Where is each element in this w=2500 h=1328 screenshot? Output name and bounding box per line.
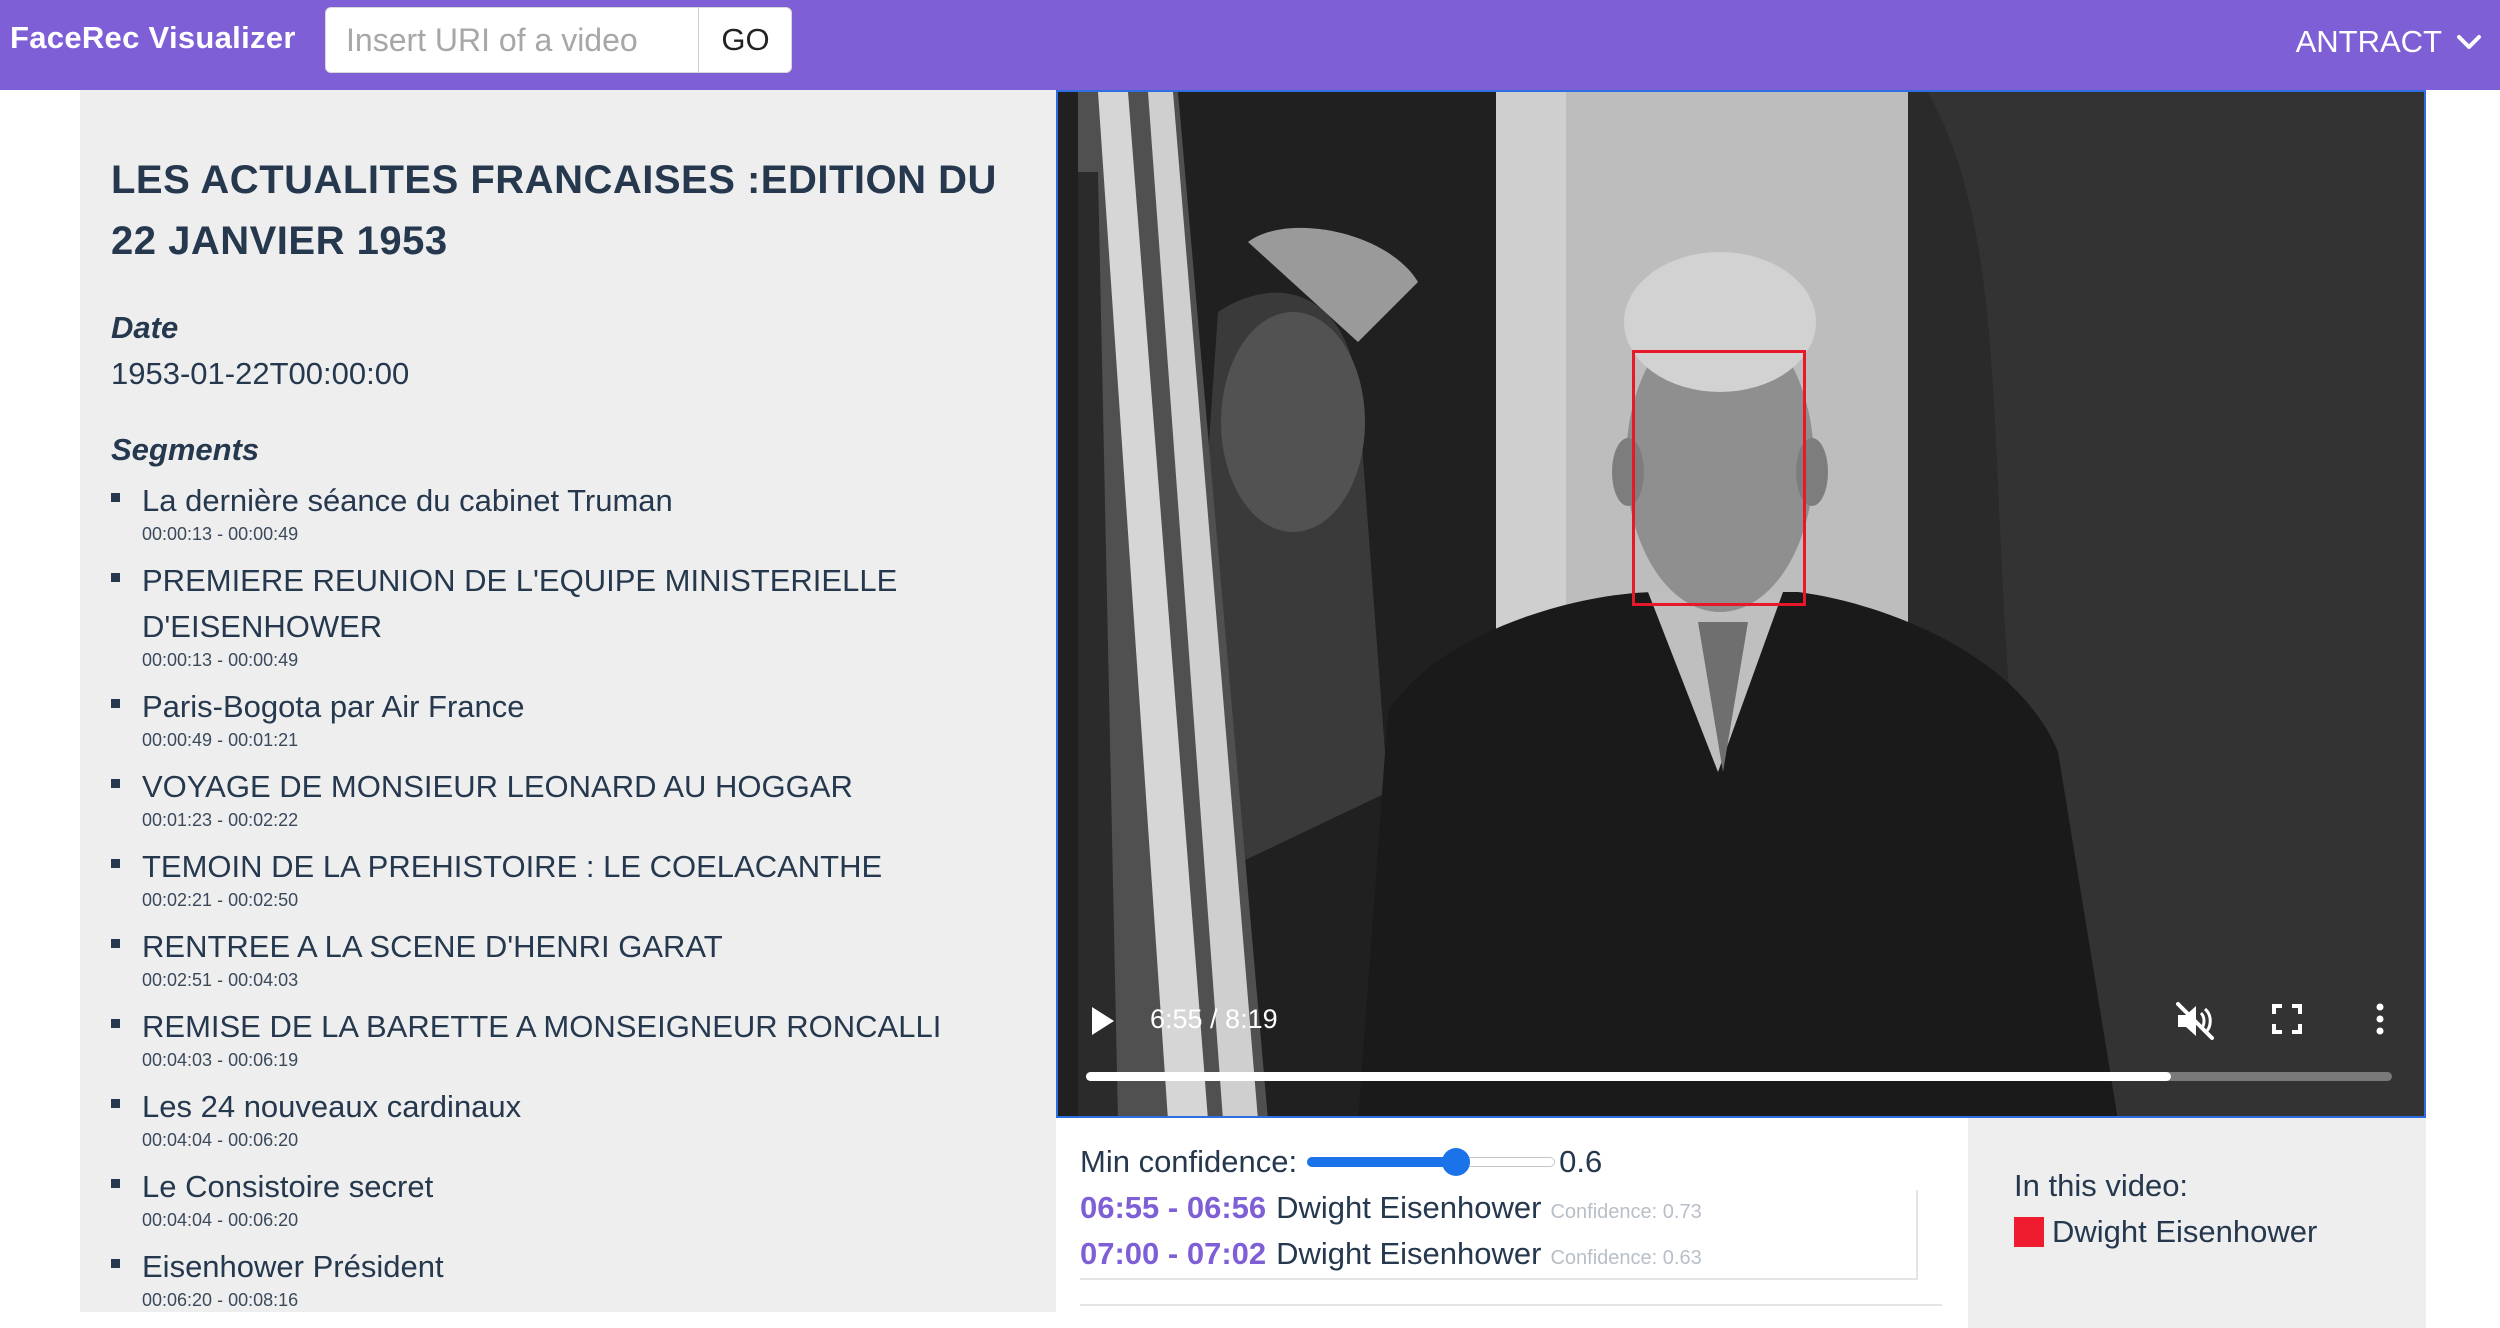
segment-time: 00:02:51 - 00:04:03 — [142, 970, 299, 990]
detection-row[interactable]: 07:00 - 07:02 Dwight Eisenhower Confidence… — [1080, 1236, 1916, 1282]
detection-person: Dwight Eisenhower — [1276, 1190, 1542, 1225]
segment-time: 00:00:13 - 00:00:49 — [142, 650, 299, 670]
segment-item[interactable]: VOYAGE DE MONSIEUR LEONARD AU HOGGAR 00:0… — [111, 764, 1041, 830]
segment-time: 00:01:23 - 00:02:22 — [142, 810, 299, 830]
detection-time[interactable]: 07:00 - 07:02 — [1080, 1236, 1266, 1272]
segment-item[interactable]: RENTREE A LA SCENE D'HENRI GARAT 00:02:51… — [111, 924, 1041, 990]
muted-speaker-icon[interactable] — [2172, 998, 2218, 1044]
segment-title[interactable]: Paris-Bogota par Air France — [142, 684, 1041, 730]
confidence-slider[interactable] — [1307, 1142, 1556, 1182]
video-progress-fill — [1086, 1072, 2172, 1081]
segment-title[interactable]: VOYAGE DE MONSIEUR LEONARD AU HOGGAR — [142, 764, 1041, 810]
video-title: LES ACTUALITES FRANCAISES :EDITION DU 22… — [111, 158, 997, 263]
segment-title[interactable]: RENTREE A LA SCENE D'HENRI GARAT — [142, 924, 1041, 970]
bullet-icon — [111, 859, 120, 868]
bullet-icon — [111, 939, 120, 948]
slider-fill — [1307, 1157, 1456, 1167]
video-info-panel: LES ACTUALITES FRANCAISES :EDITION DU 22… — [80, 90, 1056, 1312]
chevron-down-icon — [2457, 35, 2481, 49]
segment-time: 00:04:04 - 00:06:20 — [142, 1210, 299, 1230]
fullscreen-icon[interactable] — [2270, 1002, 2304, 1036]
detection-confidence: Confidence: 0.63 — [1550, 1247, 1702, 1269]
people-panel: In this video: Dwight Eisenhower — [1968, 1118, 2426, 1328]
segment-time: 00:06:20 - 00:08:16 — [142, 1290, 299, 1310]
bullet-icon — [111, 1099, 120, 1108]
segment-item[interactable]: Eisenhower Président 00:06:20 - 00:08:16 — [111, 1244, 1041, 1310]
video-player[interactable]: 6:55 / 8:19 — [1056, 90, 2426, 1118]
segments-label: Segments — [111, 432, 260, 467]
segment-item[interactable]: Les 24 nouveaux cardinaux 00:04:04 - 00:0… — [111, 1084, 1041, 1150]
segment-title[interactable]: PREMIERE REUNION DE L'EQUIPE MINISTERIEL… — [142, 558, 1041, 650]
person-color-swatch — [2014, 1217, 2044, 1247]
segment-item[interactable]: TEMOIN DE LA PREHISTOIRE : LE COELACANTH… — [111, 844, 1041, 910]
segment-title[interactable]: TEMOIN DE LA PREHISTOIRE : LE COELACANTH… — [142, 844, 1041, 890]
time-display: 6:55 / 8:19 — [1150, 1004, 1278, 1034]
dataset-label: ANTRACT — [2295, 24, 2442, 59]
date-label: Date — [111, 310, 179, 345]
go-button[interactable]: GO — [698, 8, 791, 72]
segment-item[interactable]: La dernière séance du cabinet Truman 00:0… — [111, 478, 1041, 544]
segment-title[interactable]: La dernière séance du cabinet Truman — [142, 478, 1041, 524]
confidence-label: Min confidence: — [1080, 1144, 1298, 1179]
segment-title[interactable]: Le Consistoire secret — [142, 1164, 1041, 1210]
date-value: 1953-01-22T00:00:00 — [111, 356, 410, 391]
confidence-value: 0.6 — [1559, 1144, 1603, 1179]
bullet-icon — [111, 573, 120, 582]
bullet-icon — [111, 1259, 120, 1268]
confidence-control: Min confidence: 0.6 — [1080, 1142, 1602, 1182]
person-item[interactable]: Dwight Eisenhower — [2014, 1214, 2317, 1250]
detections-scrollbar[interactable] — [1080, 1282, 1942, 1306]
segment-item[interactable]: PREMIERE REUNION DE L'EQUIPE MINISTERIEL… — [111, 558, 1041, 670]
detection-row[interactable]: 06:55 - 06:56 Dwight Eisenhower Confidence… — [1080, 1190, 1916, 1236]
segment-item[interactable]: Le Consistoire secret 00:04:04 - 00:06:20 — [111, 1164, 1041, 1230]
people-title: In this video: — [2014, 1168, 2189, 1203]
uri-search-form: GO — [325, 7, 792, 73]
bullet-icon — [111, 1019, 120, 1028]
segment-time: 00:00:49 - 00:01:21 — [142, 730, 299, 750]
detections-list: 06:55 - 06:56 Dwight Eisenhower Confidence… — [1080, 1190, 1918, 1280]
bullet-icon — [111, 699, 120, 708]
more-vertical-icon[interactable] — [2370, 1002, 2390, 1036]
segment-time: 00:04:03 - 00:06:19 — [142, 1050, 299, 1070]
bullet-icon — [111, 1179, 120, 1188]
segment-title[interactable]: REMISE DE LA BARETTE A MONSEIGNEUR RONCA… — [142, 1004, 1041, 1050]
segment-time: 00:00:13 - 00:00:49 — [142, 524, 299, 544]
segment-item[interactable]: Paris-Bogota par Air France 00:00:49 - 00… — [111, 684, 1041, 750]
bullet-icon — [111, 779, 120, 788]
detection-time[interactable]: 06:55 - 06:56 — [1080, 1190, 1266, 1226]
video-progress-bar[interactable] — [1086, 1072, 2392, 1081]
segment-time: 00:04:04 - 00:06:20 — [142, 1130, 299, 1150]
play-icon[interactable] — [1088, 1004, 1118, 1038]
segments-list: La dernière séance du cabinet Truman 00:0… — [111, 478, 1041, 1324]
segment-title[interactable]: Eisenhower Président — [142, 1244, 1041, 1290]
navbar: FaceRec Visualizer GO ANTRACT — [0, 0, 2500, 90]
segment-title[interactable]: Les 24 nouveaux cardinaux — [142, 1084, 1041, 1130]
app-brand[interactable]: FaceRec Visualizer — [10, 20, 296, 56]
detection-person: Dwight Eisenhower — [1276, 1236, 1542, 1271]
bullet-icon — [111, 493, 120, 502]
segment-time: 00:02:21 - 00:02:50 — [142, 890, 299, 910]
person-name: Dwight Eisenhower — [2052, 1214, 2318, 1249]
dataset-dropdown[interactable]: ANTRACT — [2296, 20, 2482, 64]
video-uri-input[interactable] — [326, 8, 698, 72]
detection-confidence: Confidence: 0.73 — [1550, 1201, 1702, 1223]
slider-thumb[interactable] — [1441, 1148, 1470, 1176]
segment-item[interactable]: REMISE DE LA BARETTE A MONSEIGNEUR RONCA… — [111, 1004, 1041, 1070]
face-detection-box[interactable] — [1632, 350, 1806, 606]
